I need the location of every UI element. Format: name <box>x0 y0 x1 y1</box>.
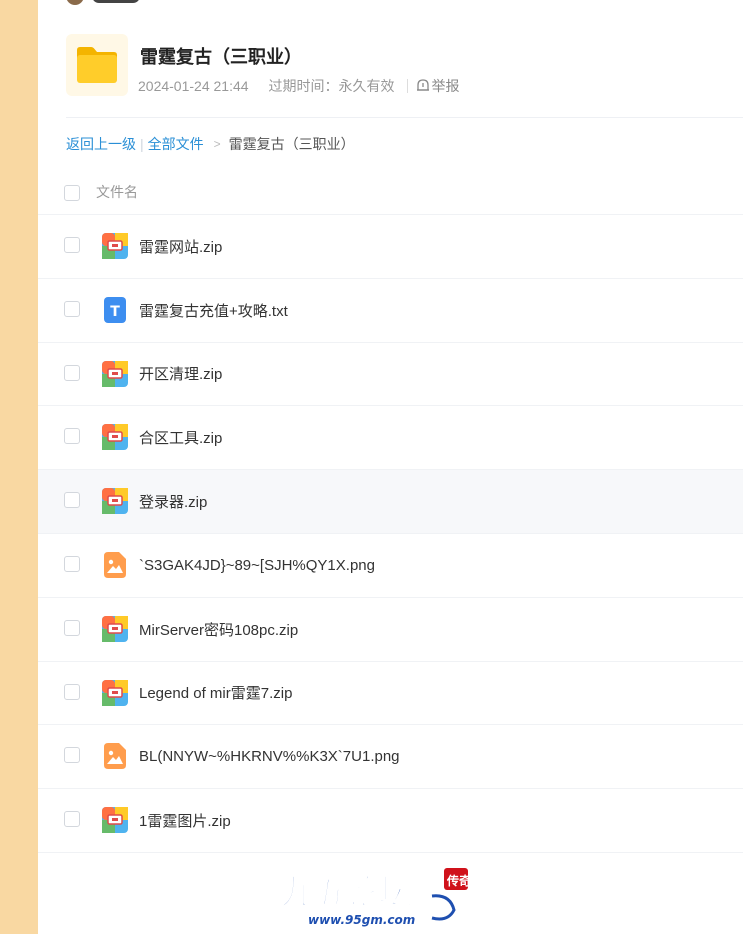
share-date: 2024-01-24 21:44 <box>138 78 249 94</box>
file-row[interactable]: 登录器.zip <box>38 470 743 534</box>
file-name[interactable]: 雷霆复古充值+攻略.txt <box>139 300 288 321</box>
file-row[interactable]: 雷霆网站.zip <box>38 215 743 279</box>
left-background-strip <box>0 0 38 934</box>
image-file-icon <box>101 551 129 579</box>
file-checkbox[interactable] <box>64 747 80 764</box>
breadcrumb: 返回上一级 | 全部文件 > 雷霆复古（三职业） <box>66 134 355 154</box>
file-checkbox[interactable] <box>64 428 80 445</box>
zip-file-icon <box>101 679 129 707</box>
zip-file-icon <box>101 615 129 643</box>
file-name[interactable]: `S3GAK4JD}~89~[SJH%QY1X.png <box>139 557 375 574</box>
file-name[interactable]: 开区清理.zip <box>139 363 222 384</box>
zip-file-icon <box>101 232 129 260</box>
file-checkbox[interactable] <box>64 555 80 572</box>
all-files-link[interactable]: 全部文件 <box>148 134 204 154</box>
top-user-bar <box>66 0 148 5</box>
zip-file-icon <box>101 360 129 388</box>
file-row[interactable]: BL(NNYW~%HKRNV%%K3X`7U1.png <box>38 725 743 790</box>
file-name[interactable]: 登录器.zip <box>139 491 207 512</box>
file-row[interactable]: T 雷霆复古充值+攻略.txt <box>38 279 743 343</box>
share-title: 雷霆复古（三职业） <box>140 47 302 67</box>
image-file-icon <box>101 742 129 770</box>
file-checkbox[interactable] <box>64 300 80 317</box>
zip-file-icon <box>101 487 129 515</box>
share-meta: 2024-01-24 21:44 过期时间：永久有效 举报 <box>138 76 460 96</box>
file-checkbox[interactable] <box>64 619 80 636</box>
file-name[interactable]: BL(NNYW~%HKRNV%%K3X`7U1.png <box>139 748 400 765</box>
share-header: 雷霆复古（三职业） 2024-01-24 21:44 过期时间：永久有效 举报 <box>66 34 743 118</box>
folder-icon <box>66 34 128 96</box>
file-list: 雷霆网站.zip T 雷霆复古充值+攻略.txt 开区清理.zip 合区工具.zip 登录… <box>38 215 743 853</box>
forum-watermark-logo: 九五论坛 www.95gm.com 传奇 <box>272 866 472 930</box>
file-checkbox[interactable] <box>64 683 80 700</box>
svg-text:九五论坛: 九五论坛 <box>280 873 413 913</box>
file-row[interactable]: 合区工具.zip <box>38 406 743 471</box>
avatar[interactable] <box>66 0 84 5</box>
report-label: 举报 <box>431 78 460 94</box>
share-expiry: 过期时间：永久有效 <box>268 78 395 94</box>
file-name[interactable]: MirServer密码108pc.zip <box>139 619 298 640</box>
column-filename[interactable]: 文件名 <box>96 182 138 202</box>
svg-text:T: T <box>110 304 120 320</box>
share-page: 雷霆复古（三职业） 2024-01-24 21:44 过期时间：永久有效 举报 … <box>38 0 743 934</box>
file-row[interactable]: `S3GAK4JD}~89~[SJH%QY1X.png <box>38 534 743 598</box>
zip-file-icon <box>101 423 129 451</box>
svg-text:www.95gm.com: www.95gm.com <box>308 913 415 927</box>
file-name[interactable]: 合区工具.zip <box>139 427 222 448</box>
list-header: 文件名 <box>38 170 743 215</box>
report-icon <box>416 78 430 95</box>
file-checkbox[interactable] <box>64 492 80 509</box>
file-name[interactable]: Legend of mir雷霆7.zip <box>139 682 292 703</box>
svg-text:传奇: 传奇 <box>446 873 471 888</box>
file-checkbox[interactable] <box>64 237 80 253</box>
breadcrumb-arrow-icon: > <box>213 137 221 151</box>
file-row[interactable]: 1雷霆图片.zip <box>38 789 743 853</box>
file-checkbox[interactable] <box>64 811 80 828</box>
file-name[interactable]: 1雷霆图片.zip <box>139 810 231 831</box>
text-file-icon: T <box>101 296 129 324</box>
file-checkbox[interactable] <box>64 364 80 381</box>
select-all-checkbox[interactable] <box>64 185 80 201</box>
report-button[interactable]: 举报 <box>416 76 460 96</box>
back-link[interactable]: 返回上一级 <box>66 134 136 154</box>
breadcrumb-current: 雷霆复古（三职业） <box>228 136 355 152</box>
user-badge <box>92 0 140 3</box>
file-row[interactable]: MirServer密码108pc.zip <box>38 598 743 662</box>
zip-file-icon <box>101 806 129 834</box>
file-name[interactable]: 雷霆网站.zip <box>139 236 222 257</box>
meta-divider <box>406 79 408 93</box>
file-row[interactable]: Legend of mir雷霆7.zip <box>38 662 743 726</box>
breadcrumb-divider: | <box>140 136 144 152</box>
file-row[interactable]: 开区清理.zip <box>38 343 743 407</box>
